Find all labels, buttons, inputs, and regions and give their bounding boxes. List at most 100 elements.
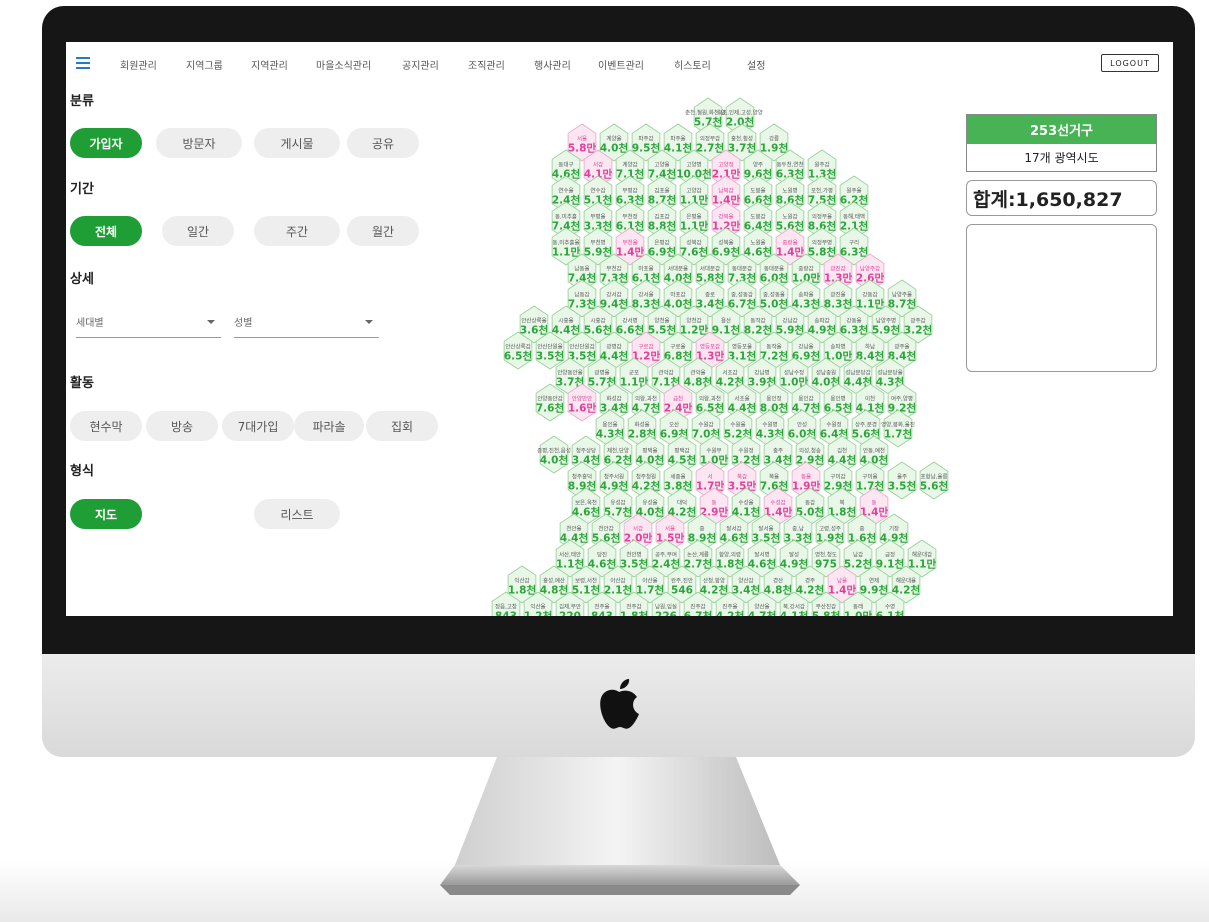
nav-notice[interactable]: 공지관리 [402, 57, 439, 72]
hex-district-name: 강동갑 [862, 291, 877, 299]
hex-district-name: 남양주갑 [860, 265, 880, 273]
hex-district-name: 경주 [805, 578, 815, 585]
hex-district-name: 평택을 [642, 448, 657, 455]
hex-district-name: 강북을 [718, 214, 733, 221]
hex-district-name: 동 [711, 500, 716, 507]
hex-district-value: 5.1천 [572, 584, 600, 597]
gender-select-value: 성별 [234, 318, 253, 329]
hex-district-name: 달성 [789, 551, 799, 559]
nav-village-news[interactable]: 마을소식관리 [316, 57, 371, 72]
hex-district-value: 5.0천 [760, 298, 788, 311]
activity-seven-join[interactable]: 7대가입 [222, 411, 294, 441]
hex-district-value: 4.4천 [552, 324, 580, 337]
hex-district-name: 북 [839, 500, 844, 507]
menu-icon[interactable] [76, 57, 90, 69]
hex-district-name: 완주,진안 [671, 577, 693, 585]
hex-district-value: 1.7천 [884, 428, 912, 441]
hex-district-value: 9.1천 [876, 558, 904, 571]
nav-event-manage[interactable]: 행사관리 [534, 57, 571, 72]
hex-district-name: 달서병 [754, 551, 769, 559]
format-map[interactable]: 지도 [70, 499, 142, 529]
hex-cell[interactable]: 울주3.5천 [887, 461, 917, 500]
nav-region[interactable]: 지역관리 [251, 57, 288, 72]
hex-district-name: 중랑을 [782, 240, 797, 247]
hex-district-name: 구리 [849, 239, 859, 247]
province-count-badge[interactable]: 17개 광역시도 [966, 144, 1157, 172]
nav-member[interactable]: 회원관리 [120, 57, 157, 72]
hex-district-value: 5.8천 [808, 246, 836, 259]
category-post[interactable]: 게시물 [254, 128, 340, 158]
activity-parasol[interactable]: 파라솔 [294, 411, 364, 441]
nav-organization[interactable]: 조직관리 [468, 57, 505, 72]
hex-district-name: 천안갑 [598, 525, 613, 533]
hex-district-name: 전주을 [594, 603, 609, 611]
hex-district-name: 충주 [773, 447, 783, 455]
hex-district-name: 남양주을 [892, 291, 912, 299]
hex-district-value: 1.2천 [524, 610, 552, 617]
hex-district-name: 구로갑 [638, 343, 653, 351]
hex-district-name: 청주서원 [604, 473, 624, 481]
hex-district-name: 안양동안을 [557, 369, 582, 377]
hex-district-value: 9.1천 [712, 324, 740, 337]
hex-district-value: 6.7천 [684, 610, 712, 617]
nav-event[interactable]: 이벤트관리 [598, 57, 644, 72]
hex-district-value: 2.7천 [696, 142, 724, 155]
period-monthly[interactable]: 월간 [347, 216, 419, 246]
hex-district-name: 영천,청도 [815, 551, 837, 559]
activity-banner[interactable]: 현수막 [70, 411, 142, 441]
hex-district-name: 은평을 [686, 214, 701, 221]
hex-district-name: 시흥갑 [590, 317, 605, 325]
hex-cell[interactable]: 포항남,울릉5.6천 [919, 461, 949, 500]
hex-district-name: 동을 [801, 474, 811, 481]
hex-district-value: 220 [559, 611, 581, 617]
hex-district-name: 강남갑 [782, 317, 797, 325]
hex-district-name: 동대문갑 [732, 265, 752, 273]
apple-logo-icon [600, 679, 639, 729]
hex-district-value: 9.4천 [600, 298, 628, 311]
hex-district-name: 세종을 [670, 473, 685, 481]
hex-district-value: 4.9천 [780, 558, 808, 571]
hex-cell[interactable]: 증평,진천,음성4.0천 [537, 435, 571, 474]
hex-district-value: 5.9천 [872, 324, 900, 337]
hex-district-name: 정읍,고창 [495, 603, 517, 611]
hex-district-value: 6.5천 [504, 350, 532, 363]
hex-district-name: 수원갑 [698, 421, 713, 429]
hex-district-name: 서초갑 [722, 369, 737, 377]
period-all[interactable]: 전체 [70, 216, 142, 246]
category-visitor[interactable]: 방문자 [156, 128, 242, 158]
nav-history[interactable]: 히스토리 [674, 57, 711, 72]
format-list[interactable]: 리스트 [254, 499, 340, 529]
hex-district-value: 4.0천 [540, 454, 568, 467]
hex-district-name: 계양을 [606, 135, 621, 143]
hex-district-name: 수원정 [738, 447, 753, 455]
hex-district-value: 6.6천 [616, 324, 644, 337]
activity-broadcast[interactable]: 방송 [146, 411, 218, 441]
hex-district-value: 6.3천 [840, 246, 868, 259]
category-share[interactable]: 공유 [347, 128, 419, 158]
hex-district-name: 김포갑 [654, 213, 669, 221]
hex-district-value: 3.7천 [728, 142, 756, 155]
hex-district-name: 수성갑 [770, 499, 785, 507]
hex-district-value: 4.0천 [600, 142, 628, 155]
activity-rally[interactable]: 집회 [366, 411, 438, 441]
detail-label: 상세 [70, 272, 94, 287]
district-count-badge[interactable]: 253선거구 [966, 114, 1157, 144]
hex-district-name: 울주 [897, 474, 907, 481]
period-weekly[interactable]: 주간 [254, 216, 340, 246]
hex-district-name: 동작갑 [750, 317, 765, 325]
category-subscriber[interactable]: 가입자 [70, 128, 142, 158]
hex-district-name: 동래 [853, 603, 863, 611]
period-daily[interactable]: 일간 [162, 216, 234, 246]
hex-cell[interactable]: 안양동안갑7.6천 [535, 383, 565, 422]
nav-region-group[interactable]: 지역그룹 [186, 57, 223, 72]
gender-select[interactable]: 성별 [234, 314, 379, 338]
generation-select[interactable]: 세대별 [76, 314, 221, 338]
logout-button[interactable]: LOGOUT [1101, 54, 1159, 72]
nav-settings[interactable]: 설정 [747, 57, 765, 72]
hex-district-value: 843 [495, 611, 517, 617]
hex-district-value: 1.9천 [760, 142, 788, 155]
hex-district-value: 8.7천 [888, 298, 916, 311]
hex-district-value: 1.4만 [616, 246, 645, 259]
format-label: 형식 [70, 464, 94, 479]
hex-district-name: 영등포갑 [700, 343, 720, 351]
